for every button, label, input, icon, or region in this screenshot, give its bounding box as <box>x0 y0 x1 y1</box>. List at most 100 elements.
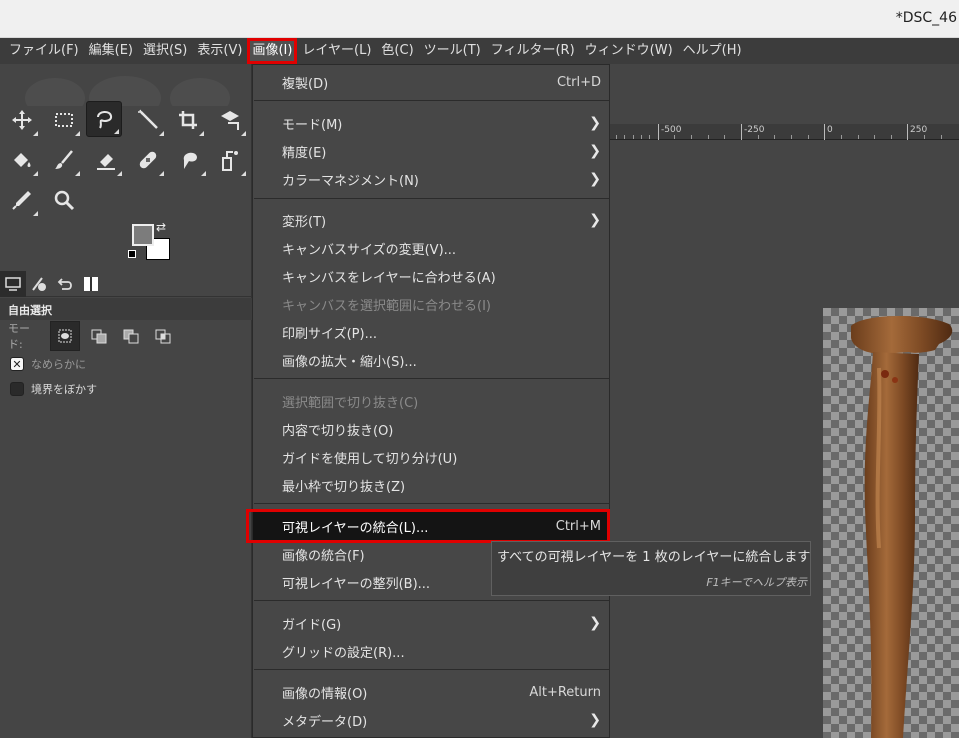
menu-item-label: メタデータ(D) <box>282 714 368 730</box>
free-select-tool[interactable] <box>86 101 122 137</box>
menu-item-canvas-size[interactable]: キャンバスサイズの変更(V)... <box>253 234 609 262</box>
menubar: ファイル(F) 編集(E) 選択(S) 表示(V) 画像(I) レイヤー(L) … <box>0 38 959 64</box>
ruler-label: -250 <box>744 125 765 135</box>
dock-tabs <box>0 271 252 297</box>
undo-history-icon <box>57 278 72 290</box>
menu-item-crop-to-selection: 選択範囲で切り抜き(C) <box>253 387 609 415</box>
title-bar: *DSC_46 <box>0 0 959 38</box>
menu-item-label: ガイドを使用して切り分け(U) <box>282 451 458 467</box>
menu-tools[interactable]: ツール(T) <box>419 38 486 64</box>
crop-tool[interactable] <box>170 102 206 138</box>
menu-windows[interactable]: ウィンドウ(W) <box>580 38 678 64</box>
menu-image[interactable]: 画像(I) <box>247 38 298 64</box>
eraser-icon <box>97 154 115 170</box>
menu-item-precision[interactable]: 精度(E) ❯ <box>253 137 609 165</box>
menu-edit[interactable]: 編集(E) <box>84 38 138 64</box>
menu-item-label: 可視レイヤーの統合(L)... <box>282 520 429 536</box>
tooltip-help-hint: F1キーでヘルプ表示 <box>706 576 807 589</box>
menu-item-merge-visible-layers[interactable]: 可視レイヤーの統合(L)... Ctrl+M <box>253 512 609 540</box>
image-menu-dropdown: 複製(D) Ctrl+D モード(M) ❯ 精度(E) ❯ カラーマネジメント(… <box>252 64 610 738</box>
menu-item-fit-canvas-to-layers[interactable]: キャンバスをレイヤーに合わせる(A) <box>253 262 609 290</box>
eraser-tool[interactable] <box>88 142 124 178</box>
images-icon <box>84 277 98 291</box>
menu-item-print-size[interactable]: 印刷サイズ(P)... <box>253 318 609 346</box>
menu-item-label: 内容で切り抜き(O) <box>282 423 394 439</box>
menu-select[interactable]: 選択(S) <box>138 38 192 64</box>
menu-item-label: 精度(E) <box>282 145 327 161</box>
default-colors-icon[interactable] <box>128 250 136 258</box>
color-swatches[interactable]: ⇄ <box>128 220 174 264</box>
horizontal-ruler[interactable]: -500 -250 0 250 <box>608 124 959 140</box>
menu-file[interactable]: ファイル(F) <box>4 38 84 64</box>
tool-options-title: 自由選択 <box>0 298 252 320</box>
menu-item-duplicate[interactable]: 複製(D) Ctrl+D <box>253 68 609 96</box>
menu-item-mode[interactable]: モード(M) ❯ <box>253 109 609 137</box>
fuzzy-select-icon <box>138 109 158 129</box>
tooltip-text: すべての可視レイヤーを 1 枚のレイヤーに統合します <box>497 550 811 565</box>
tab-tool-options[interactable] <box>0 271 26 297</box>
zoom-tool[interactable] <box>46 182 82 218</box>
menu-separator <box>254 100 610 101</box>
window-title: *DSC_46 <box>895 10 957 26</box>
foreground-color[interactable] <box>132 224 154 246</box>
mode-replace-button[interactable] <box>50 321 80 351</box>
menu-item-transform[interactable]: 変形(T) ❯ <box>253 206 609 234</box>
swap-colors-icon[interactable]: ⇄ <box>156 220 166 234</box>
menu-item-scale-image[interactable]: 画像の拡大・縮小(S)... <box>253 346 609 374</box>
menu-layer[interactable]: レイヤー(L) <box>297 38 376 64</box>
antialias-option[interactable]: ✕ なめらかに <box>10 356 86 372</box>
menu-view[interactable]: 表示(V) <box>192 38 247 64</box>
menu-item-label: ガイド(G) <box>282 617 342 633</box>
mode-add-button[interactable] <box>86 323 112 349</box>
menu-item-label: 複製(D) <box>282 76 329 92</box>
menu-item-metadata[interactable]: メタデータ(D) ❯ <box>253 706 609 734</box>
mode-replace-icon <box>58 329 72 343</box>
smudge-tool[interactable] <box>172 142 208 178</box>
rect-select-tool[interactable] <box>46 102 82 138</box>
menu-item-image-properties[interactable]: 画像の情報(O) Alt+Return <box>253 678 609 706</box>
menu-item-label: モード(M) <box>282 117 343 133</box>
color-picker-tool[interactable] <box>4 182 40 218</box>
tool-options-icon <box>5 277 21 291</box>
mode-label: モード: <box>8 322 30 351</box>
mode-subtract-icon <box>123 329 139 344</box>
menu-item-shortcut: Ctrl+M <box>555 518 601 534</box>
move-tool[interactable] <box>4 102 40 138</box>
transform-tool[interactable] <box>212 102 248 138</box>
crop-icon <box>179 111 197 129</box>
menu-separator <box>254 503 610 504</box>
menu-item-slice-using-guides[interactable]: ガイドを使用して切り分け(U) <box>253 443 609 471</box>
menu-item-label: 選択範囲で切り抜き(C) <box>282 395 419 411</box>
ruler-label: 0 <box>827 125 833 135</box>
menu-item-configure-grid[interactable]: グリッドの設定(R)... <box>253 637 609 665</box>
heal-tool[interactable] <box>130 142 166 178</box>
menu-item-crop-to-content[interactable]: 内容で切り抜き(O) <box>253 415 609 443</box>
menu-item-label: キャンバスをレイヤーに合わせる(A) <box>282 270 496 286</box>
menu-colors[interactable]: 色(C) <box>376 38 418 64</box>
tab-undo-history[interactable] <box>52 271 78 297</box>
mode-subtract-button[interactable] <box>118 323 144 349</box>
menu-help[interactable]: ヘルプ(H) <box>678 38 747 64</box>
menu-item-color-management[interactable]: カラーマネジメント(N) ❯ <box>253 165 609 193</box>
tab-images[interactable] <box>78 271 104 297</box>
smudge-icon <box>183 152 197 169</box>
fuzzy-select-tool[interactable] <box>130 102 166 138</box>
menu-item-guides[interactable]: ガイド(G) ❯ <box>253 609 609 637</box>
tab-device-status[interactable] <box>26 271 52 297</box>
menu-item-label: グリッドの設定(R)... <box>282 645 405 661</box>
menu-separator <box>254 378 610 379</box>
paintbrush-tool[interactable] <box>46 142 82 178</box>
antialias-checkbox[interactable]: ✕ <box>10 357 24 371</box>
menu-separator <box>254 198 610 199</box>
menu-item-label: 画像の情報(O) <box>282 686 368 702</box>
toolbox: ⇄ 自由選択 モード: ✕ なめらかに 境界をぼかす <box>0 64 252 738</box>
feather-option[interactable]: 境界をぼかす <box>10 381 97 397</box>
bucket-fill-tool[interactable] <box>4 142 40 178</box>
feather-checkbox[interactable] <box>10 382 24 396</box>
dodge-tool[interactable] <box>212 142 248 178</box>
menu-item-zealous-crop[interactable]: 最小枠で切り抜き(Z) <box>253 471 609 499</box>
menu-filters[interactable]: フィルター(R) <box>486 38 580 64</box>
mode-intersect-button[interactable] <box>150 323 176 349</box>
menu-item-label: 画像の統合(F) <box>282 548 365 564</box>
menu-item-fit-canvas-to-selection: キャンバスを選択範囲に合わせる(I) <box>253 290 609 318</box>
